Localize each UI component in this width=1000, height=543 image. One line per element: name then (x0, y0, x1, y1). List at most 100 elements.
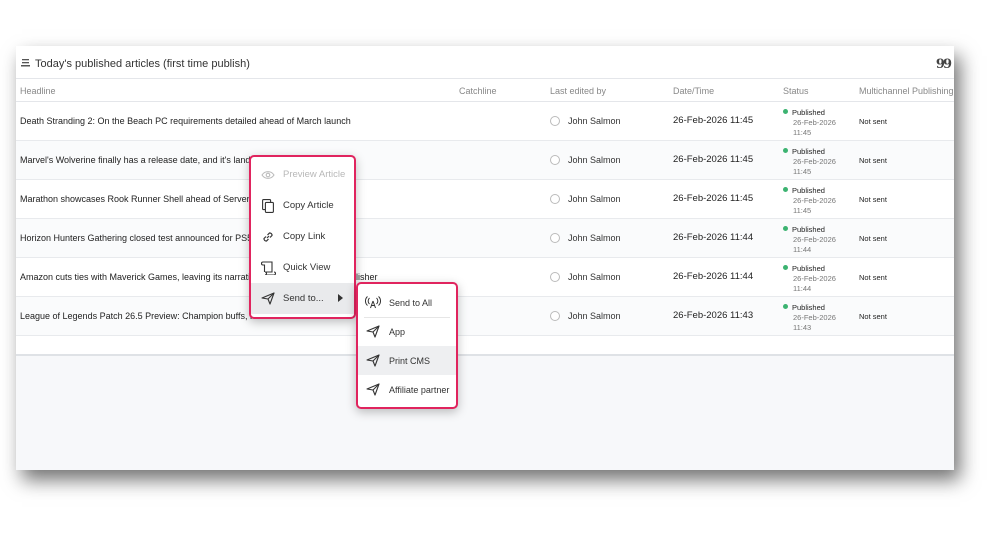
multichannel-cell: Not sent (859, 312, 887, 321)
table-row[interactable]: Amazon cuts ties with Maverick Games, le… (16, 258, 954, 297)
datetime-cell: 26-Feb-2026 11:45 (673, 193, 754, 204)
menu-item-quick-view[interactable]: Quick View (251, 252, 354, 283)
headline-cell[interactable]: Amazon cuts ties with Maverick Games, le… (20, 272, 260, 282)
copy-icon (251, 198, 281, 213)
submenu-item-print-cms[interactable]: Print CMS (358, 346, 456, 375)
scroll-icon (251, 260, 281, 275)
status-label: Published (792, 108, 825, 117)
quote-icon[interactable]: 99 (936, 57, 952, 72)
status-dot-icon (783, 148, 788, 153)
chevron-right-icon (338, 294, 343, 302)
multichannel-cell: Not sent (859, 195, 887, 204)
table-row[interactable]: League of Legends Patch 26.5 Preview: Ch… (16, 297, 954, 336)
column-header-last-edited[interactable]: Last edited by (550, 86, 606, 96)
editor-name: John Salmon (568, 194, 621, 204)
status-cell: Published 26-Feb-2026 11:44 (783, 264, 836, 294)
status-cell: Published 26-Feb-2026 11:43 (783, 303, 836, 333)
avatar-icon (550, 311, 560, 321)
editor-cell: John Salmon (550, 155, 621, 165)
avatar-icon (550, 116, 560, 126)
column-header-catchline[interactable]: Catchline (459, 86, 497, 96)
status-date: 26-Feb-2026 (793, 274, 836, 283)
submenu-item-label: Affiliate partner (389, 384, 450, 395)
multichannel-cell: Not sent (859, 234, 887, 243)
table-row[interactable]: Marathon showcases Rook Runner Shell ahe… (16, 180, 954, 219)
eye-icon (251, 170, 281, 180)
table-row[interactable]: Marvel's Wolverine finally has a release… (16, 141, 954, 180)
status-label: Published (792, 264, 825, 273)
headline-cell[interactable]: Marvel's Wolverine finally has a release… (20, 155, 262, 165)
status-date: 26-Feb-2026 (793, 157, 836, 166)
menu-item-label: Quick View (283, 262, 331, 273)
send-to-submenu: Send to All App Print CMS Affiliate part… (356, 282, 458, 409)
status-date: 26-Feb-2026 (793, 196, 836, 205)
menu-item-copy-link[interactable]: Copy Link (251, 221, 354, 252)
editor-name: John Salmon (568, 311, 621, 321)
panel-title: Today's published articles (first time p… (35, 58, 250, 70)
status-dot-icon (783, 265, 788, 270)
articles-table: Today's published articles (first time p… (16, 46, 954, 356)
status-time: 11:45 (793, 167, 812, 176)
menu-item-label: Send to... (283, 293, 324, 304)
column-header-multichannel[interactable]: Multichannel Publishing (859, 86, 954, 96)
status-time: 11:43 (793, 323, 812, 332)
submenu-item-label: App (389, 326, 406, 337)
menu-item-copy-article[interactable]: Copy Article (251, 190, 354, 221)
status-label: Published (792, 147, 825, 156)
avatar-icon (550, 155, 560, 165)
status-date: 26-Feb-2026 (793, 313, 836, 322)
status-cell: Published 26-Feb-2026 11:45 (783, 147, 836, 177)
editor-cell: John Salmon (550, 272, 621, 282)
status-dot-icon (783, 226, 788, 231)
status-date: 26-Feb-2026 (793, 118, 836, 127)
status-time: 11:44 (793, 284, 812, 293)
table-header: Headline Catchline Last edited by Date/T… (16, 80, 954, 102)
context-menu: Preview Article Copy Article Copy Link Q… (249, 155, 356, 319)
column-header-headline[interactable]: Headline (20, 86, 56, 96)
submenu-item-label: Send to All (389, 297, 433, 308)
submenu-item-affiliate-partner[interactable]: Affiliate partner (358, 375, 456, 404)
submenu-item-send-to-all[interactable]: Send to All (358, 288, 456, 317)
status-dot-icon (783, 304, 788, 309)
status-label: Published (792, 303, 825, 312)
menu-item-preview-article[interactable]: Preview Article (251, 159, 354, 190)
list-icon (21, 59, 30, 67)
menu-item-send-to[interactable]: Send to... (251, 283, 354, 314)
headline-tail: lisher (356, 272, 378, 282)
broadcast-icon (358, 296, 386, 309)
column-header-datetime[interactable]: Date/Time (673, 86, 714, 96)
status-time: 11:45 (793, 128, 812, 137)
datetime-cell: 26-Feb-2026 11:44 (673, 232, 754, 243)
screenshot-stage: Today's published articles (first time p… (0, 0, 1000, 543)
editor-cell: John Salmon (550, 116, 621, 126)
datetime-cell: 26-Feb-2026 11:45 (673, 115, 754, 126)
headline-cell[interactable]: League of Legends Patch 26.5 Preview: Ch… (20, 311, 263, 321)
multichannel-cell: Not sent (859, 273, 887, 282)
headline-cell[interactable]: Marathon showcases Rook Runner Shell ahe… (20, 194, 265, 204)
table-row[interactable]: Horizon Hunters Gathering closed test an… (16, 219, 954, 258)
status-time: 11:45 (793, 206, 812, 215)
status-label: Published (792, 186, 825, 195)
articles-panel: Today's published articles (first time p… (16, 46, 954, 470)
avatar-icon (550, 272, 560, 282)
editor-name: John Salmon (568, 272, 621, 282)
status-cell: Published 26-Feb-2026 11:44 (783, 225, 836, 255)
editor-cell: John Salmon (550, 194, 621, 204)
submenu-item-app[interactable]: App (358, 317, 456, 346)
multichannel-cell: Not sent (859, 156, 887, 165)
datetime-cell: 26-Feb-2026 11:44 (673, 271, 754, 282)
editor-cell: John Salmon (550, 311, 621, 321)
status-label: Published (792, 225, 825, 234)
headline-cell[interactable]: Death Stranding 2: On the Beach PC requi… (20, 116, 351, 126)
avatar-icon (550, 194, 560, 204)
status-time: 11:44 (793, 245, 812, 254)
status-cell: Published 26-Feb-2026 11:45 (783, 108, 836, 138)
table-row[interactable]: Death Stranding 2: On the Beach PC requi… (16, 102, 954, 141)
submenu-item-label: Print CMS (389, 355, 431, 366)
panel-title-bar: Today's published articles (first time p… (16, 46, 954, 79)
editor-name: John Salmon (568, 116, 621, 126)
status-date: 26-Feb-2026 (793, 235, 836, 244)
column-header-status[interactable]: Status (783, 86, 809, 96)
editor-name: John Salmon (568, 155, 621, 165)
headline-cell[interactable]: Horizon Hunters Gathering closed test an… (20, 233, 263, 243)
